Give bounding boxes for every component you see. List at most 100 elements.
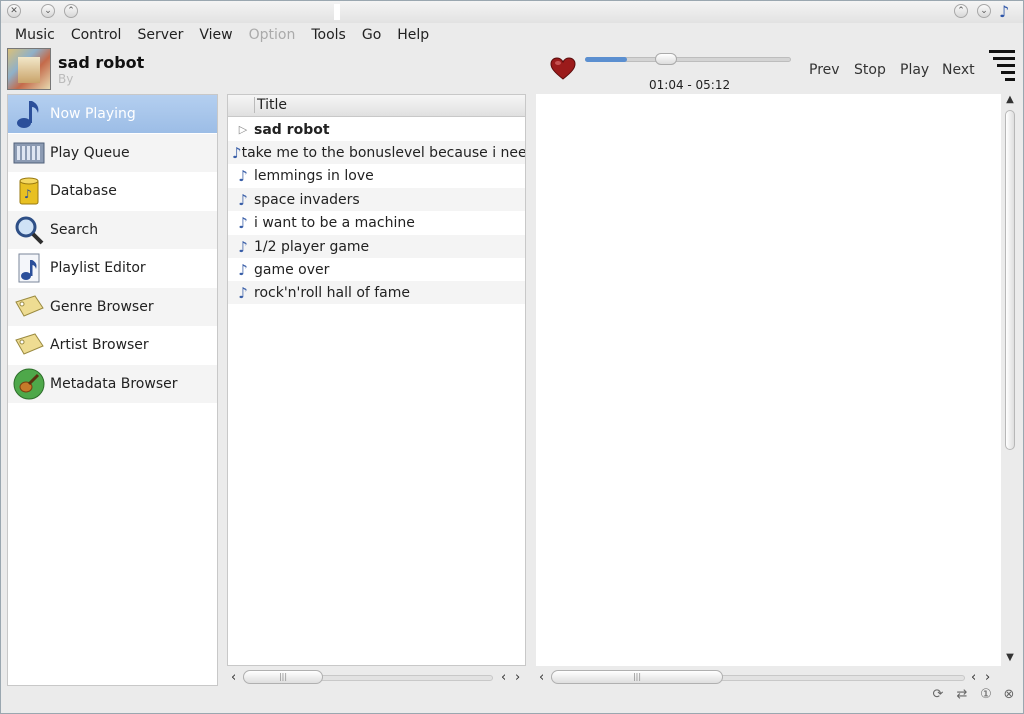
sidebar-item-artist-browser[interactable]: Artist Browser [8, 326, 217, 364]
scroll-left-icon[interactable]: ‹ [971, 670, 976, 685]
playlist-row[interactable]: ▷ sad robot [228, 118, 525, 141]
stop-button[interactable]: Stop [854, 62, 886, 78]
sidebar-item-label: Play Queue [50, 145, 130, 161]
svg-text:♪: ♪ [24, 187, 32, 201]
sidebar-item-database[interactable]: ♪ Database [8, 172, 217, 210]
album-cover[interactable] [7, 48, 51, 90]
sidebar-item-search[interactable]: Search [8, 211, 217, 249]
menu-option: Option [248, 27, 296, 43]
sidebar-item-label: Genre Browser [50, 299, 154, 315]
playlist-row-title: lemmings in love [254, 167, 374, 184]
playlist-row-title: game over [254, 261, 330, 278]
menu-window-button[interactable]: ⌄ [41, 4, 55, 18]
sidebar-item-playlist-editor[interactable]: Playlist Editor [8, 249, 217, 287]
tag-icon [12, 328, 46, 362]
close-window-button[interactable]: ✕ [7, 4, 21, 18]
search-icon [12, 213, 46, 247]
playlist-row-title: space invaders [254, 191, 360, 208]
app-icon: ♪ [999, 2, 1010, 21]
playlist-row-title: sad robot [254, 121, 330, 138]
playlist-header: Title [228, 95, 525, 117]
sidebar-item-genre-browser[interactable]: Genre Browser [8, 288, 217, 326]
playlist-row[interactable]: ♪ take me to the bonuslevel because i ne… [228, 141, 525, 164]
sidebar-item-now-playing[interactable]: Now Playing [8, 95, 217, 133]
play-button[interactable]: Play [900, 62, 929, 78]
music-note-icon: ♪ [232, 143, 242, 162]
playlist-horizontal-scrollbar[interactable]: ‹ ||| ‹ › [229, 670, 525, 686]
menu-view[interactable]: View [191, 25, 240, 45]
music-note-icon: ♪ [238, 166, 248, 185]
playlist-row[interactable]: ♪ i want to be a machine [228, 211, 525, 234]
music-note-icon: ♪ [238, 237, 248, 256]
shuffle-icon[interactable]: ⇄ [953, 687, 971, 703]
menu-go[interactable]: Go [354, 25, 389, 45]
sidebar: Now Playing Play Queue ♪ Database Search… [7, 94, 218, 686]
scroll-thumb[interactable]: ||| [551, 670, 723, 684]
app-window: ✕ ⌄ ⌃ ⌃ ⌄ ♪ Music Control Server View Op… [0, 0, 1024, 714]
info-vertical-scrollbar[interactable]: ▲ ▼ [1002, 94, 1018, 666]
tag-icon [12, 290, 46, 324]
sidebar-item-metadata-browser[interactable]: Metadata Browser [8, 365, 217, 403]
sidebar-item-label: Metadata Browser [50, 376, 178, 392]
menu-tools[interactable]: Tools [303, 25, 354, 45]
main-menu-icon[interactable] [987, 48, 1017, 86]
queue-icon [12, 136, 46, 170]
time-readout: 01:04 - 05:12 [649, 78, 731, 92]
playlist-view[interactable]: Title ▷ sad robot ♪ take me to the bonus… [227, 94, 526, 666]
title-bar: ✕ ⌄ ⌃ ⌃ ⌄ ♪ [1, 1, 1023, 23]
maximize-window-button[interactable]: ⌃ [954, 4, 968, 18]
music-note-icon: ♪ [238, 260, 248, 279]
playlist-row[interactable]: ♪ rock'n'roll hall of fame [228, 281, 525, 304]
music-note-icon: ♪ [238, 283, 248, 302]
menu-help[interactable]: Help [389, 25, 437, 45]
consume-icon[interactable]: ⊗ [1000, 687, 1018, 703]
guitar-icon [12, 367, 46, 401]
music-note-icon [12, 97, 46, 131]
scroll-left-icon[interactable]: ‹ [539, 670, 544, 685]
playlist-row[interactable]: ♪ game over [228, 258, 525, 281]
scroll-thumb[interactable]: ||| [243, 670, 323, 684]
play-indicator-icon: ▷ [238, 123, 248, 136]
info-horizontal-scrollbar[interactable]: ‹ ||| ‹ › [537, 670, 997, 686]
scroll-left-icon[interactable]: ‹ [501, 670, 506, 685]
minimize-window-button[interactable]: ⌄ [977, 4, 991, 18]
playlist-row-title: 1/2 player game [254, 238, 370, 255]
playlist-row-title: i want to be a machine [254, 214, 415, 231]
shade-window-button[interactable]: ⌃ [64, 4, 78, 18]
playlist-row[interactable]: ♪ 1/2 player game [228, 235, 525, 258]
playlist-row[interactable]: ♪ lemmings in love [228, 164, 525, 187]
menu-music[interactable]: Music [7, 25, 63, 45]
track-title: sad robot [58, 53, 145, 72]
sidebar-item-label: Now Playing [50, 106, 136, 122]
prev-button[interactable]: Prev [809, 62, 840, 78]
window-title-mark [334, 4, 340, 20]
music-note-icon: ♪ [238, 213, 248, 232]
playlist-icon [12, 251, 46, 285]
scroll-down-icon[interactable]: ▼ [1004, 652, 1016, 663]
sidebar-item-label: Database [50, 183, 117, 199]
heart-icon[interactable] [550, 57, 576, 81]
scroll-thumb[interactable] [1005, 110, 1015, 450]
menu-server[interactable]: Server [129, 25, 191, 45]
repeat-icon[interactable]: ⟳ [929, 687, 947, 703]
playlist-row[interactable]: ♪ space invaders [228, 188, 525, 211]
track-artist: By [58, 72, 74, 86]
sidebar-item-label: Search [50, 222, 99, 238]
seek-slider[interactable] [585, 53, 791, 65]
info-pane[interactable] [536, 94, 1001, 666]
sidebar-item-label: Playlist Editor [50, 260, 146, 276]
single-icon[interactable]: ① [977, 687, 995, 703]
scroll-up-icon[interactable]: ▲ [1004, 94, 1016, 105]
next-button[interactable]: Next [942, 62, 975, 78]
scroll-right-icon[interactable]: › [985, 670, 990, 685]
sidebar-item-play-queue[interactable]: Play Queue [8, 134, 217, 172]
playlist-row-title: rock'n'roll hall of fame [254, 284, 411, 301]
scroll-right-icon[interactable]: › [515, 670, 520, 685]
menu-control[interactable]: Control [63, 25, 130, 45]
database-icon: ♪ [12, 174, 46, 208]
seek-handle[interactable] [655, 53, 677, 65]
scroll-left-icon[interactable]: ‹ [231, 670, 236, 685]
column-header-title[interactable]: Title [254, 97, 287, 113]
playlist-row-title: take me to the bonuslevel because i need [241, 144, 525, 161]
sidebar-item-label: Artist Browser [50, 337, 149, 353]
